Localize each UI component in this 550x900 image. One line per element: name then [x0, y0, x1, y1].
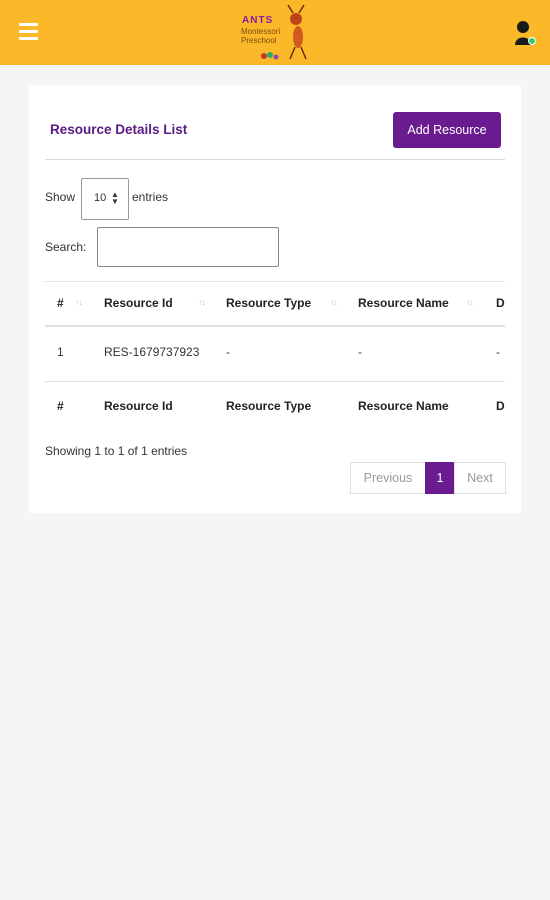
cell-d: -	[496, 345, 500, 359]
logo-title: ANTS	[242, 15, 274, 26]
column-header-d[interactable]: D	[496, 296, 505, 310]
search-label: Search:	[45, 240, 87, 254]
entries-select-value: 10	[94, 192, 107, 204]
page-1-button[interactable]: 1	[425, 462, 455, 494]
column-header-resource-id[interactable]: Resource Id	[104, 296, 173, 310]
cell-resource-type: -	[226, 345, 230, 359]
resource-table: # ↑↓ Resource Id ↑↓ Resource Type ↑↓ Res…	[45, 281, 505, 429]
next-page-button[interactable]: Next	[454, 462, 506, 494]
user-avatar-icon[interactable]	[514, 20, 538, 46]
school-logo[interactable]: ANTS Montessori Preschool	[238, 3, 318, 63]
footer-resource-id: Resource Id	[104, 399, 173, 413]
add-resource-button[interactable]: Add Resource	[393, 112, 501, 148]
search-control: Search:	[45, 227, 345, 269]
search-input[interactable]	[97, 227, 279, 267]
cell-index: 1	[57, 345, 64, 359]
logo-subtitle: Montessori	[241, 27, 281, 36]
table-info: Showing 1 to 1 of 1 entries	[45, 444, 188, 458]
top-navbar: ANTS Montessori Preschool	[0, 0, 550, 65]
column-header-resource-type[interactable]: Resource Type	[226, 296, 311, 310]
resource-list-card: Resource Details List Add Resource Show …	[29, 85, 521, 513]
cell-resource-name: -	[358, 345, 362, 359]
sort-icon[interactable]: ↑↓	[198, 297, 206, 307]
cell-resource-id: RES-1679737923	[104, 345, 200, 359]
sort-icon[interactable]: ↑↓	[466, 297, 474, 307]
sort-icon[interactable]: ↑↓	[75, 297, 83, 307]
pagination: Previous 1 Next	[350, 462, 506, 494]
entries-select[interactable]: 10 ▲ ▼	[81, 178, 129, 220]
hamburger-icon[interactable]	[19, 23, 38, 41]
show-label: Show	[45, 190, 76, 204]
footer-d: D	[496, 399, 505, 413]
page-length-control: Show 10 ▲ ▼ entries	[45, 178, 345, 220]
column-header-index[interactable]: #	[57, 296, 64, 310]
footer-resource-name: Resource Name	[358, 399, 449, 413]
logo-subtitle-2: Preschool	[241, 36, 277, 45]
sort-updown-icon: ▲ ▼	[111, 190, 119, 206]
table-header-row: # ↑↓ Resource Id ↑↓ Resource Type ↑↓ Res…	[45, 281, 505, 327]
table-footer-row: # Resource Id Resource Type Resource Nam…	[45, 381, 505, 428]
footer-resource-type: Resource Type	[226, 399, 312, 413]
previous-page-button[interactable]: Previous	[350, 462, 426, 494]
entries-label: entries	[132, 190, 169, 204]
table-row[interactable]: 1 RES-1679737923 - - -	[45, 325, 505, 381]
column-header-resource-name[interactable]: Resource Name	[358, 296, 449, 310]
online-status-dot	[528, 37, 536, 45]
divider	[45, 159, 505, 160]
page-title: Resource Details List	[50, 122, 188, 137]
footer-index: #	[57, 399, 64, 413]
sort-icon[interactable]: ↑↓	[330, 297, 338, 307]
